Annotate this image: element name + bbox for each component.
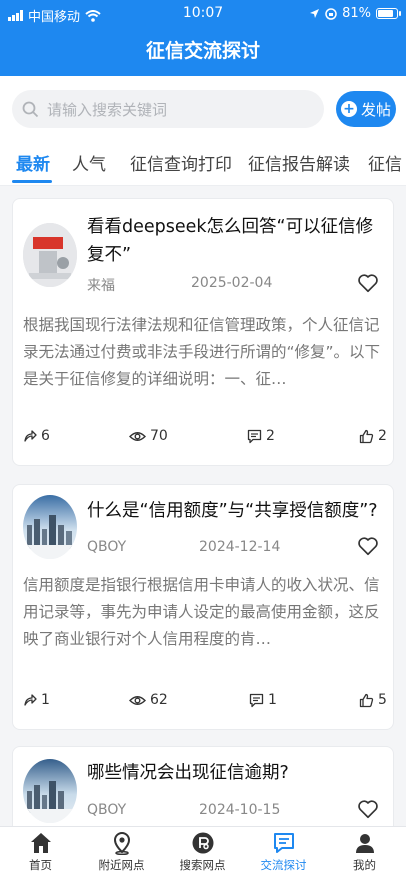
view-count: 62	[129, 692, 168, 708]
nav-discussion[interactable]: 交流探讨	[243, 831, 324, 873]
like-count[interactable]: 2	[359, 428, 387, 444]
thumbs-up-icon	[359, 693, 374, 707]
like-count-value: 5	[378, 692, 387, 708]
post-card[interactable]: 什么是“信用额度”与“共享授信额度”? QBOY 2024-12-14 信用额度…	[12, 484, 394, 730]
heart-icon[interactable]	[357, 798, 379, 820]
tab-credit-more[interactable]: 征信	[368, 150, 402, 175]
search-branch-icon	[192, 832, 213, 854]
search-icon	[22, 101, 39, 117]
nav-home-label: 首页	[29, 858, 52, 872]
post-thumbnail	[23, 223, 77, 287]
nav-search-branches-label: 搜索网点	[179, 858, 226, 872]
heart-icon[interactable]	[357, 535, 379, 557]
home-icon	[30, 833, 51, 853]
comment-icon	[249, 693, 264, 707]
location-arrow-icon	[310, 9, 320, 18]
post-thumbnail	[23, 495, 77, 559]
post-date: 2024-10-15	[199, 802, 281, 818]
search-input[interactable]: 请输入搜索关键词	[12, 90, 324, 128]
search-row: 请输入搜索关键词 + 发帖	[0, 76, 406, 140]
location-pin-icon	[113, 831, 130, 855]
post-title[interactable]: 看看deepseek怎么回答“可以征信修复不”	[87, 213, 379, 269]
eye-icon	[129, 431, 146, 441]
post-button[interactable]: + 发帖	[336, 91, 396, 127]
post-card[interactable]: 看看deepseek怎么回答“可以征信修复不” 来福 2025-02-04 根据…	[12, 198, 394, 466]
like-count-value: 2	[378, 428, 387, 444]
view-count-value: 70	[150, 428, 168, 444]
eye-icon	[129, 695, 146, 705]
post-button-label: 发帖	[360, 100, 391, 119]
comment-count[interactable]: 2	[247, 428, 275, 444]
post-author: QBOY	[87, 539, 127, 555]
battery-icon	[376, 8, 401, 19]
nav-search-branches[interactable]: 搜索网点	[162, 831, 243, 873]
tab-credit-report-interpretation[interactable]: 征信报告解读	[248, 150, 350, 175]
post-thumbnail	[23, 759, 77, 823]
post-title[interactable]: 哪些情况会出现征信逾期?	[87, 759, 379, 787]
tab-credit-query-print[interactable]: 征信查询打印	[130, 150, 232, 175]
view-count-value: 62	[150, 692, 168, 708]
share-count[interactable]: 6	[23, 428, 50, 444]
comment-count-value: 2	[266, 428, 275, 444]
tab-latest[interactable]: 最新	[16, 150, 50, 175]
post-title[interactable]: 什么是“信用额度”与“共享授信额度”?	[87, 497, 379, 525]
share-count[interactable]: 1	[23, 692, 50, 708]
nav-profile-label: 我的	[353, 858, 376, 872]
comment-icon	[247, 429, 262, 443]
heart-icon[interactable]	[357, 272, 379, 294]
post-date: 2025-02-04	[191, 275, 273, 291]
post-excerpt: 根据我国现行法律法规和征信管理政策，个人征信记录无法通过付费或非法手段进行所谓的…	[23, 316, 381, 388]
nav-nearby-branches[interactable]: 附近网点	[81, 831, 162, 873]
orientation-lock-icon	[325, 7, 337, 20]
comment-count[interactable]: 1	[249, 692, 277, 708]
nav-home[interactable]: 首页	[0, 831, 81, 873]
post-author: QBOY	[87, 802, 127, 818]
post-author: 来福	[87, 278, 115, 294]
user-icon	[355, 834, 374, 853]
search-placeholder: 请输入搜索关键词	[47, 100, 168, 119]
share-icon	[24, 430, 37, 442]
nav-profile[interactable]: 我的	[324, 831, 405, 873]
share-count-value: 6	[41, 428, 50, 444]
thumbs-up-icon	[359, 429, 374, 443]
battery-percent: 81%	[342, 6, 371, 21]
status-bar: 中国移动 10:07 81%	[0, 0, 406, 28]
nav-discussion-label: 交流探讨	[260, 858, 307, 872]
share-icon	[24, 694, 37, 706]
page-title: 征信交流探讨	[0, 28, 406, 76]
post-date: 2024-12-14	[199, 539, 281, 555]
discussion-icon	[273, 833, 294, 853]
nav-nearby-branches-label: 附近网点	[98, 858, 145, 872]
share-count-value: 1	[41, 692, 50, 708]
post-excerpt: 信用额度是指银行根据信用卡申请人的收入状况、信用记录等，事先为申请人设定的最高使…	[23, 576, 380, 648]
like-count[interactable]: 5	[359, 692, 387, 708]
bottom-nav: 首页 附近网点 搜索网点 交流探讨 我的	[0, 826, 406, 883]
tab-popular[interactable]: 人气	[72, 150, 106, 175]
view-count: 70	[129, 428, 168, 444]
comment-count-value: 1	[268, 692, 277, 708]
category-tabs: 最新 人气 征信查询打印 征信报告解读 征信	[0, 140, 406, 186]
active-tab-indicator	[12, 180, 52, 183]
plus-icon: +	[340, 101, 357, 117]
